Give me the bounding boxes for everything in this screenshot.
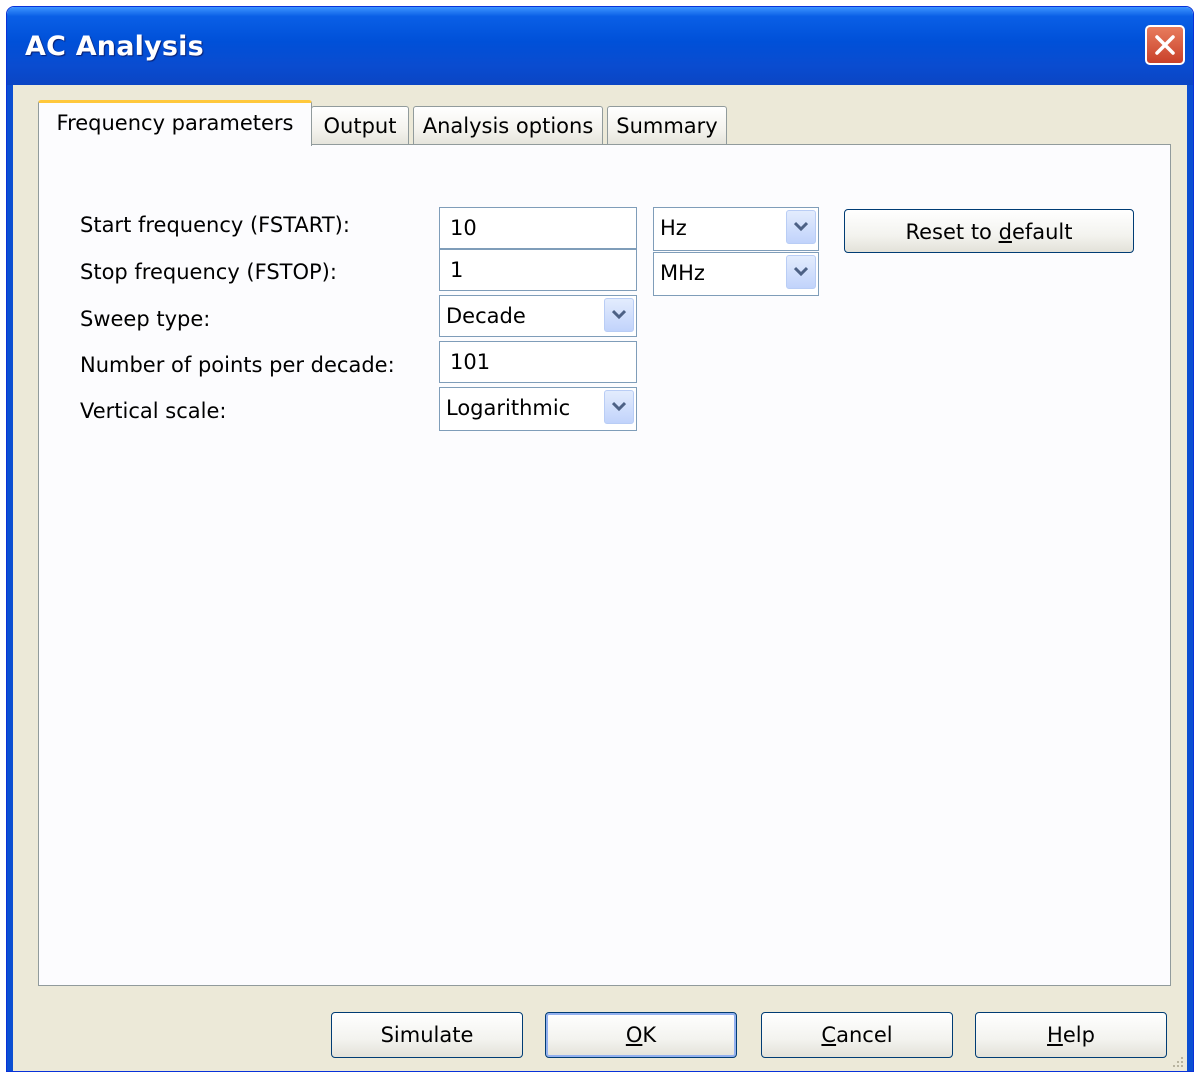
tab-label: Output: [323, 114, 397, 138]
reset-label-mnemonic: d: [998, 220, 1012, 244]
close-button[interactable]: [1145, 25, 1185, 65]
start-unit-value: Hz: [660, 216, 687, 240]
vertical-scale-value: Logarithmic: [446, 396, 571, 420]
help-label-post: elp: [1062, 1023, 1095, 1047]
chevron-down-icon: [794, 266, 808, 277]
ok-button[interactable]: OK: [545, 1012, 737, 1058]
dropdown-button[interactable]: [604, 390, 634, 424]
tab-label: Frequency parameters: [56, 111, 294, 135]
window-frame-right: [1187, 85, 1193, 1071]
cancel-label-mnemonic: C: [821, 1023, 837, 1047]
sweep-type-label: Sweep type:: [80, 307, 211, 331]
chevron-down-icon: [794, 221, 808, 232]
dropdown-button[interactable]: [786, 210, 816, 244]
cancel-button[interactable]: Cancel: [761, 1012, 953, 1058]
close-icon: [1155, 35, 1175, 55]
points-per-decade-input[interactable]: 101: [439, 341, 637, 383]
reset-label-post: efault: [1011, 220, 1073, 244]
tab-analysis-options[interactable]: Analysis options: [413, 106, 603, 144]
stop-frequency-label: Stop frequency (FSTOP):: [80, 260, 337, 284]
chevron-down-icon: [612, 309, 626, 320]
help-label-mnemonic: H: [1047, 1023, 1063, 1047]
start-frequency-unit-select[interactable]: Hz: [653, 207, 819, 251]
tab-output[interactable]: Output: [311, 106, 409, 144]
tab-panel: Start frequency (FSTART): Stop frequency…: [38, 144, 1171, 986]
chevron-down-icon: [612, 401, 626, 412]
window-title: AC Analysis: [25, 31, 204, 62]
simulate-button[interactable]: Simulate: [331, 1012, 523, 1058]
stop-unit-value: MHz: [660, 261, 705, 285]
dialog-client-area: Frequency parameters Output Analysis opt…: [13, 85, 1187, 1071]
tab-label: Summary: [616, 114, 718, 138]
simulate-label: Simulate: [380, 1023, 474, 1047]
points-per-decade-label: Number of points per decade:: [80, 353, 395, 377]
dropdown-button[interactable]: [604, 298, 634, 332]
reset-to-default-button[interactable]: Reset to default: [844, 209, 1134, 253]
tab-label: Analysis options: [422, 114, 594, 138]
start-frequency-label: Start frequency (FSTART):: [80, 213, 350, 237]
vertical-scale-select[interactable]: Logarithmic: [439, 387, 637, 431]
help-button[interactable]: Help: [975, 1012, 1167, 1058]
resize-grip-icon[interactable]: [1169, 1053, 1185, 1069]
ok-label-mnemonic: O: [625, 1023, 643, 1047]
reset-label-pre: Reset to: [905, 220, 999, 244]
stop-frequency-input[interactable]: 1: [439, 249, 637, 291]
dropdown-button[interactable]: [786, 255, 816, 289]
ok-label-post: K: [642, 1023, 657, 1047]
title-bar[interactable]: AC Analysis: [7, 7, 1193, 85]
sweep-type-value: Decade: [446, 304, 526, 328]
tab-frequency-parameters[interactable]: Frequency parameters: [38, 100, 312, 146]
dialog-window: AC Analysis Frequency parameters Output …: [6, 6, 1194, 1072]
stop-frequency-unit-select[interactable]: MHz: [653, 252, 819, 296]
start-frequency-input[interactable]: 10: [439, 207, 637, 249]
sweep-type-select[interactable]: Decade: [439, 295, 637, 337]
tab-summary[interactable]: Summary: [607, 106, 727, 144]
cancel-label-post: ancel: [836, 1023, 893, 1047]
vertical-scale-label: Vertical scale:: [80, 399, 227, 423]
